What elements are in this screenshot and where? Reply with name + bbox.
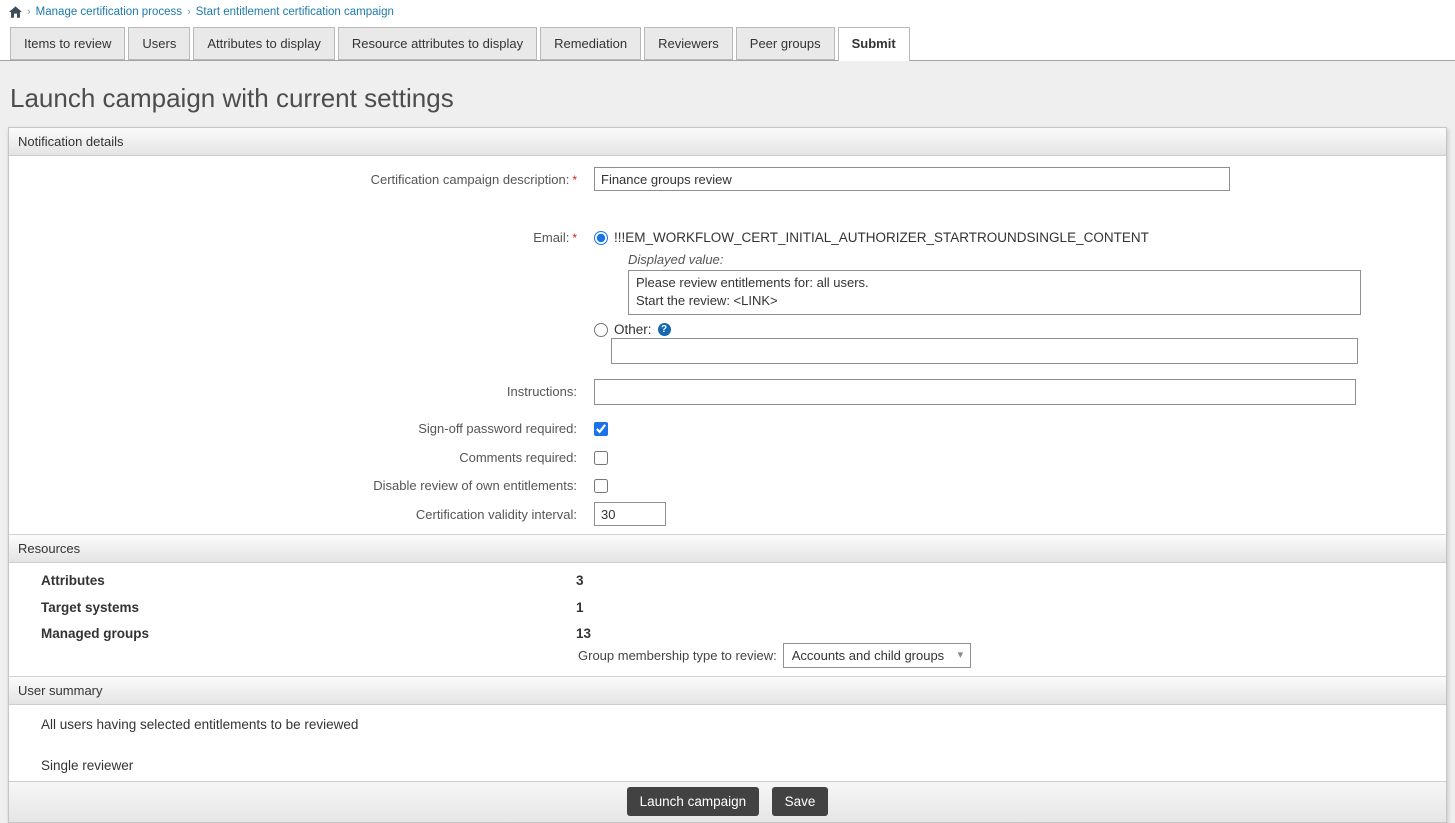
section-header-resources: Resources bbox=[9, 534, 1446, 563]
launch-campaign-button[interactable]: Launch campaign bbox=[627, 787, 760, 816]
notification-details-section: Certification campaign description:* Ema… bbox=[9, 167, 1446, 534]
save-button[interactable]: Save bbox=[772, 787, 829, 816]
group-membership-select[interactable]: Accounts and child groups ▾ bbox=[783, 643, 971, 668]
breadcrumb-separator: › bbox=[187, 6, 191, 18]
description-row: Certification campaign description:* bbox=[9, 167, 1446, 191]
instructions-row: Instructions: bbox=[9, 379, 1446, 405]
resource-label: Target systems bbox=[41, 600, 576, 615]
tab-attributes-to-display[interactable]: Attributes to display bbox=[193, 27, 334, 60]
home-icon[interactable] bbox=[9, 6, 22, 18]
tab-users[interactable]: Users bbox=[128, 27, 190, 60]
resource-value: 13 bbox=[576, 626, 591, 641]
tab-resource-attributes-to-display[interactable]: Resource attributes to display bbox=[338, 27, 537, 60]
instructions-input[interactable] bbox=[594, 379, 1356, 405]
tab-remediation[interactable]: Remediation bbox=[540, 27, 641, 60]
tab-items-to-review[interactable]: Items to review bbox=[10, 27, 125, 60]
email-template-label: !!!EM_WORKFLOW_CERT_INITIAL_AUTHORIZER_S… bbox=[614, 230, 1149, 245]
email-template-radio[interactable] bbox=[594, 231, 608, 245]
breadcrumb-link-manage-certification[interactable]: Manage certification process bbox=[36, 6, 182, 18]
tab-peer-groups[interactable]: Peer groups bbox=[736, 27, 835, 60]
description-label: Certification campaign description:* bbox=[9, 167, 577, 187]
footer-action-bar: Launch campaign Save bbox=[9, 781, 1446, 822]
validity-label: Certification validity interval: bbox=[9, 502, 577, 522]
campaign-settings-panel: Notification details Certification campa… bbox=[8, 127, 1447, 823]
displayed-value-label: Displayed value: bbox=[628, 252, 1361, 267]
signoff-label: Sign-off password required: bbox=[9, 421, 577, 436]
group-membership-row: Group membership type to review: Account… bbox=[578, 643, 1446, 668]
group-membership-selected-value: Accounts and child groups bbox=[792, 648, 944, 663]
user-summary-line: All users having selected entitlements t… bbox=[9, 717, 1446, 732]
reviewer-summary-line: Single reviewer bbox=[9, 758, 1446, 773]
breadcrumb-link-start-campaign[interactable]: Start entitlement certification campaign bbox=[196, 6, 394, 18]
resource-row-attributes: Attributes 3 bbox=[9, 573, 1446, 588]
resource-row-managed-groups: Managed groups 13 bbox=[9, 626, 1446, 641]
disable-review-label: Disable review of own entitlements: bbox=[9, 478, 577, 493]
tab-submit[interactable]: Submit bbox=[838, 27, 910, 61]
group-membership-label: Group membership type to review: bbox=[578, 648, 777, 663]
breadcrumb-separator: › bbox=[27, 6, 31, 18]
email-other-radio[interactable] bbox=[594, 323, 608, 337]
tab-bar: Items to review Users Attributes to disp… bbox=[0, 20, 1455, 60]
instructions-label: Instructions: bbox=[9, 379, 577, 399]
page-title: Launch campaign with current settings bbox=[10, 83, 1445, 114]
validity-interval-input[interactable] bbox=[594, 502, 666, 526]
signoff-row: Sign-off password required: bbox=[9, 421, 1446, 436]
resource-value: 1 bbox=[576, 600, 584, 615]
validity-row: Certification validity interval: bbox=[9, 502, 1446, 526]
resource-label: Managed groups bbox=[41, 626, 576, 641]
resources-section: Attributes 3 Target systems 1 Managed gr… bbox=[9, 563, 1446, 676]
comments-row: Comments required: bbox=[9, 450, 1446, 465]
email-label: Email:* bbox=[9, 225, 577, 245]
disable-review-row: Disable review of own entitlements: bbox=[9, 478, 1446, 493]
tab-reviewers[interactable]: Reviewers bbox=[644, 27, 733, 60]
required-marker: * bbox=[572, 231, 577, 245]
user-summary-section: All users having selected entitlements t… bbox=[9, 705, 1446, 781]
required-marker: * bbox=[572, 173, 577, 187]
disable-own-entitlements-checkbox[interactable] bbox=[594, 479, 608, 493]
comments-required-checkbox[interactable] bbox=[594, 451, 608, 465]
email-row: Email:* !!!EM_WORKFLOW_CERT_INITIAL_AUTH… bbox=[9, 225, 1446, 364]
section-header-user-summary: User summary bbox=[9, 676, 1446, 705]
email-other-input[interactable] bbox=[611, 338, 1358, 364]
breadcrumb: › Manage certification process › Start e… bbox=[0, 0, 1455, 20]
chevron-down-icon: ▾ bbox=[958, 648, 964, 661]
title-area: Launch campaign with current settings bbox=[0, 61, 1455, 127]
resource-row-target-systems: Target systems 1 bbox=[9, 600, 1446, 615]
resource-value: 3 bbox=[576, 573, 584, 588]
help-icon[interactable]: ? bbox=[658, 323, 671, 336]
email-preview-textarea[interactable]: Please review entitlements for: all user… bbox=[628, 270, 1361, 315]
email-other-label: Other: bbox=[614, 322, 652, 337]
section-header-notification-details: Notification details bbox=[9, 128, 1446, 156]
campaign-description-input[interactable] bbox=[594, 167, 1230, 191]
signoff-password-checkbox[interactable] bbox=[594, 422, 608, 436]
comments-label: Comments required: bbox=[9, 450, 577, 465]
resource-label: Attributes bbox=[41, 573, 576, 588]
top-bar: › Manage certification process › Start e… bbox=[0, 0, 1455, 61]
